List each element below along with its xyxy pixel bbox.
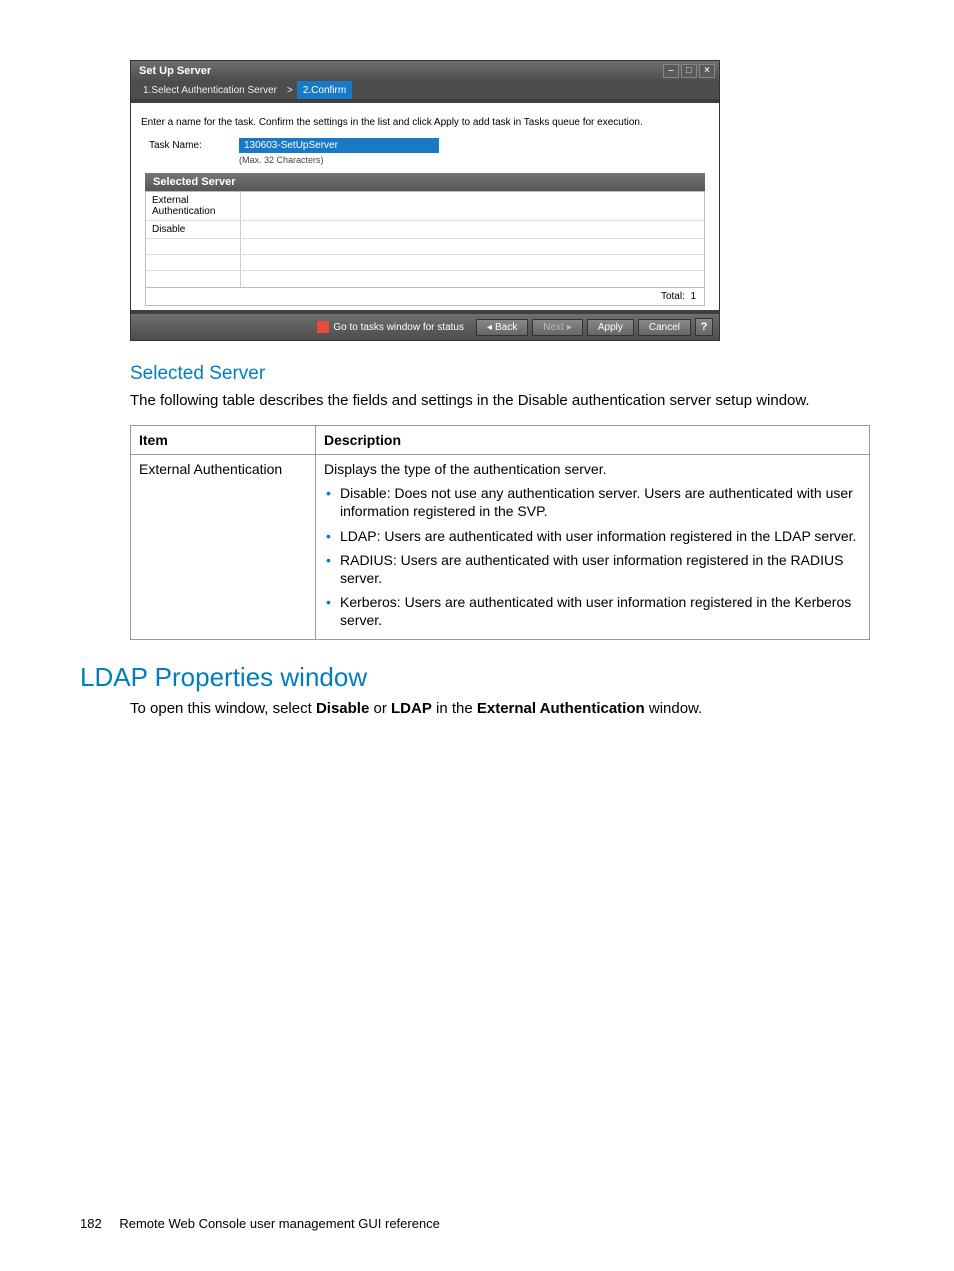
list-item: Kerberos: Users are authenticated with u…	[324, 590, 861, 632]
dialog-footer: Go to tasks window for status ◂ Back Nex…	[131, 310, 719, 340]
table-row: External Authentication Displays the typ…	[131, 455, 870, 639]
back-button[interactable]: ◂ Back	[476, 319, 528, 336]
list-item: LDAP: Users are authenticated with user …	[324, 524, 861, 548]
total-row: Total: 1	[145, 288, 705, 306]
step-separator: >	[283, 85, 297, 96]
table-row: External Authentication	[146, 192, 704, 221]
chapter-title: Remote Web Console user management GUI r…	[119, 1216, 440, 1231]
cell-description: Displays the type of the authentication …	[316, 455, 870, 639]
dialog-titlebar: Set Up Server – □ ×	[131, 61, 719, 81]
cell-item: External Authentication	[131, 455, 316, 639]
task-name-input[interactable]	[239, 138, 439, 153]
maximize-icon[interactable]: □	[681, 64, 697, 78]
minimize-icon[interactable]: –	[663, 64, 679, 78]
setup-server-dialog: Set Up Server – □ × 1.Select Authenticat…	[130, 60, 720, 341]
row-label: External Authentication	[146, 192, 241, 220]
apply-button[interactable]: Apply	[587, 319, 634, 336]
total-value: 1	[690, 291, 696, 302]
page-footer: 182 Remote Web Console user management G…	[80, 1216, 440, 1231]
cancel-button[interactable]: Cancel	[638, 319, 691, 336]
section-paragraph: The following table describes the fields…	[130, 391, 874, 411]
ldap-paragraph: To open this window, select Disable or L…	[130, 699, 874, 719]
selected-server-table: External Authentication Disable	[145, 191, 705, 288]
help-button[interactable]: ?	[695, 318, 713, 336]
col-header-description: Description	[316, 426, 870, 455]
table-row	[146, 239, 704, 255]
list-item: RADIUS: Users are authenticated with use…	[324, 548, 861, 590]
chevron-right-icon: ▸	[567, 322, 572, 333]
selected-server-doc-table: Item Description External Authentication…	[130, 425, 870, 639]
col-header-item: Item	[131, 426, 316, 455]
row-label: Disable	[146, 221, 241, 238]
chevron-left-icon: ◂	[487, 322, 492, 333]
table-row	[146, 255, 704, 271]
section-heading-ldap: LDAP Properties window	[80, 662, 874, 693]
page-number: 182	[80, 1216, 102, 1231]
checkbox-icon[interactable]	[317, 321, 329, 333]
selected-server-header: Selected Server	[145, 173, 705, 191]
instruction-text: Enter a name for the task. Confirm the s…	[141, 111, 709, 138]
task-name-label: Task Name:	[149, 138, 229, 151]
close-icon[interactable]: ×	[699, 64, 715, 78]
total-label: Total:	[661, 291, 685, 302]
dialog-title: Set Up Server	[139, 65, 211, 77]
step-2[interactable]: 2.Confirm	[297, 81, 352, 99]
task-name-hint: (Max. 32 Characters)	[239, 155, 439, 165]
status-checkbox-label[interactable]: Go to tasks window for status	[317, 321, 464, 333]
step-1[interactable]: 1.Select Authentication Server	[137, 81, 283, 99]
wizard-steps: 1.Select Authentication Server > 2.Confi…	[131, 81, 719, 99]
list-item: Disable: Does not use any authentication…	[324, 481, 861, 523]
section-heading-selected-server: Selected Server	[130, 363, 874, 385]
table-row: Disable	[146, 221, 704, 239]
table-row	[146, 271, 704, 287]
next-button[interactable]: Next ▸	[532, 319, 583, 336]
